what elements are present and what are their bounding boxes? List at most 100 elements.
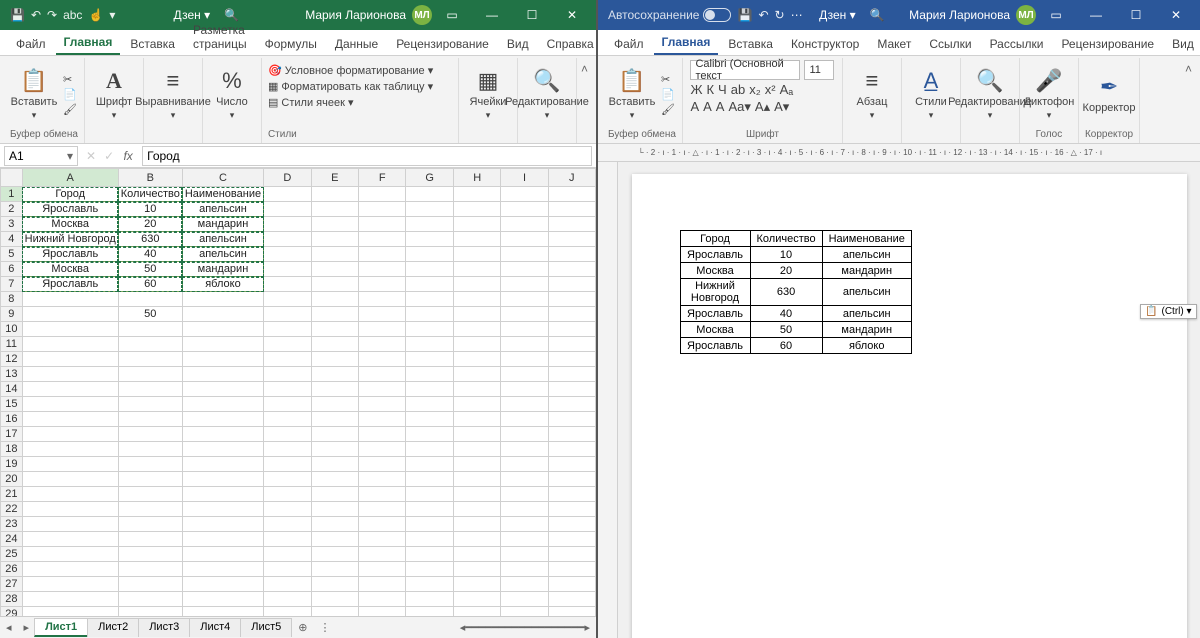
col-header-J[interactable]: J <box>548 169 595 187</box>
editor-button[interactable]: ✒Корректор <box>1086 62 1132 126</box>
col-header-E[interactable]: E <box>311 169 358 187</box>
cell-D12[interactable] <box>264 352 311 367</box>
cell-G6[interactable] <box>406 262 454 277</box>
cell-A12[interactable] <box>22 352 118 367</box>
cell-C11[interactable] <box>182 337 263 352</box>
col-header-B[interactable]: B <box>118 169 182 187</box>
cell-A21[interactable] <box>22 487 118 502</box>
cell-I6[interactable] <box>501 262 548 277</box>
tab-рассылки[interactable]: Рассылки <box>982 33 1052 55</box>
cell-G3[interactable] <box>406 217 454 232</box>
cell-B9[interactable]: 50 <box>118 307 182 322</box>
cell-F29[interactable] <box>359 607 406 617</box>
cell-D23[interactable] <box>264 517 311 532</box>
cell-J9[interactable] <box>548 307 595 322</box>
cell-A17[interactable] <box>22 427 118 442</box>
cell-A24[interactable] <box>22 532 118 547</box>
cell-E29[interactable] <box>311 607 358 617</box>
cell-F4[interactable] <box>359 232 406 247</box>
cell-I8[interactable] <box>501 292 548 307</box>
cell-H17[interactable] <box>453 427 500 442</box>
cell-B17[interactable] <box>118 427 182 442</box>
cell-B10[interactable] <box>118 322 182 337</box>
cell-H28[interactable] <box>453 592 500 607</box>
cell-H26[interactable] <box>453 562 500 577</box>
cell-E20[interactable] <box>311 472 358 487</box>
font-effect-btn-1[interactable]: A <box>703 99 712 115</box>
row-header-1[interactable]: 1 <box>1 187 23 202</box>
ribbon-options-icon[interactable]: ▭ <box>432 0 472 30</box>
cell-D10[interactable] <box>264 322 311 337</box>
cell-B5[interactable]: 40 <box>118 247 182 262</box>
word-user[interactable]: Мария Ларионова МЛ <box>909 5 1036 25</box>
cell-G25[interactable] <box>406 547 454 562</box>
search-icon[interactable]: 🔍 <box>870 8 885 22</box>
cell-C16[interactable] <box>182 412 263 427</box>
cell-H22[interactable] <box>453 502 500 517</box>
tab-вид[interactable]: Вид <box>1164 33 1200 55</box>
cell-A10[interactable] <box>22 322 118 337</box>
sheet-tab-Лист1[interactable]: Лист1 <box>34 618 88 637</box>
cell-G12[interactable] <box>406 352 454 367</box>
cell-C20[interactable] <box>182 472 263 487</box>
cell-F25[interactable] <box>359 547 406 562</box>
cell-G17[interactable] <box>406 427 454 442</box>
excel-user[interactable]: Мария Ларионова МЛ <box>305 5 432 25</box>
cell-F14[interactable] <box>359 382 406 397</box>
row-header-2[interactable]: 2 <box>1 202 23 217</box>
undo-icon[interactable]: ↶ <box>31 8 41 22</box>
cell-C18[interactable] <box>182 442 263 457</box>
col-header-A[interactable]: A <box>22 169 118 187</box>
cell-G9[interactable] <box>406 307 454 322</box>
cell-G10[interactable] <box>406 322 454 337</box>
wt-cell[interactable]: мандарин <box>822 263 911 279</box>
paragraph-button[interactable]: ≡Абзац▾ <box>849 62 895 126</box>
cell-E16[interactable] <box>311 412 358 427</box>
cell-D19[interactable] <box>264 457 311 472</box>
cell-G24[interactable] <box>406 532 454 547</box>
cell-G29[interactable] <box>406 607 454 617</box>
cell-B15[interactable] <box>118 397 182 412</box>
sheet-more-icon[interactable]: ⋮ <box>314 621 337 634</box>
cell-J6[interactable] <box>548 262 595 277</box>
cell-I22[interactable] <box>501 502 548 517</box>
cell-I4[interactable] <box>501 232 548 247</box>
cell-A28[interactable] <box>22 592 118 607</box>
font-effect-btn-3[interactable]: Aa▾ <box>728 99 750 115</box>
alignment-button[interactable]: ≡Выравнивание▾ <box>150 62 196 126</box>
cell-D16[interactable] <box>264 412 311 427</box>
cell-C14[interactable] <box>182 382 263 397</box>
row-header-3[interactable]: 3 <box>1 217 23 232</box>
cell-H13[interactable] <box>453 367 500 382</box>
cell-I21[interactable] <box>501 487 548 502</box>
tab-ссылки[interactable]: Ссылки <box>921 33 979 55</box>
cell-D4[interactable] <box>264 232 311 247</box>
cell-A27[interactable] <box>22 577 118 592</box>
cell-G18[interactable] <box>406 442 454 457</box>
cell-C22[interactable] <box>182 502 263 517</box>
cell-B29[interactable] <box>118 607 182 617</box>
wt-cell[interactable]: 10 <box>750 247 822 263</box>
col-header-F[interactable]: F <box>359 169 406 187</box>
cell-F22[interactable] <box>359 502 406 517</box>
cell-E23[interactable] <box>311 517 358 532</box>
row-header-12[interactable]: 12 <box>1 352 23 367</box>
cell-D11[interactable] <box>264 337 311 352</box>
cell-H3[interactable] <box>453 217 500 232</box>
format-as-table-button[interactable]: ▦ Форматировать как таблицу ▾ <box>268 80 433 93</box>
cell-J7[interactable] <box>548 277 595 292</box>
cell-H1[interactable] <box>453 187 500 202</box>
cell-F20[interactable] <box>359 472 406 487</box>
cell-I29[interactable] <box>501 607 548 617</box>
tab-вид[interactable]: Вид <box>499 33 537 55</box>
cell-G5[interactable] <box>406 247 454 262</box>
cell-I10[interactable] <box>501 322 548 337</box>
cell-C29[interactable] <box>182 607 263 617</box>
cell-A13[interactable] <box>22 367 118 382</box>
cell-F3[interactable] <box>359 217 406 232</box>
font-style-btn-6[interactable]: Aₐ <box>780 82 794 97</box>
wt-header[interactable]: Наименование <box>822 231 911 247</box>
cell-J3[interactable] <box>548 217 595 232</box>
tab-главная[interactable]: Главная <box>654 31 719 55</box>
tab-справка[interactable]: Справка <box>539 33 602 55</box>
